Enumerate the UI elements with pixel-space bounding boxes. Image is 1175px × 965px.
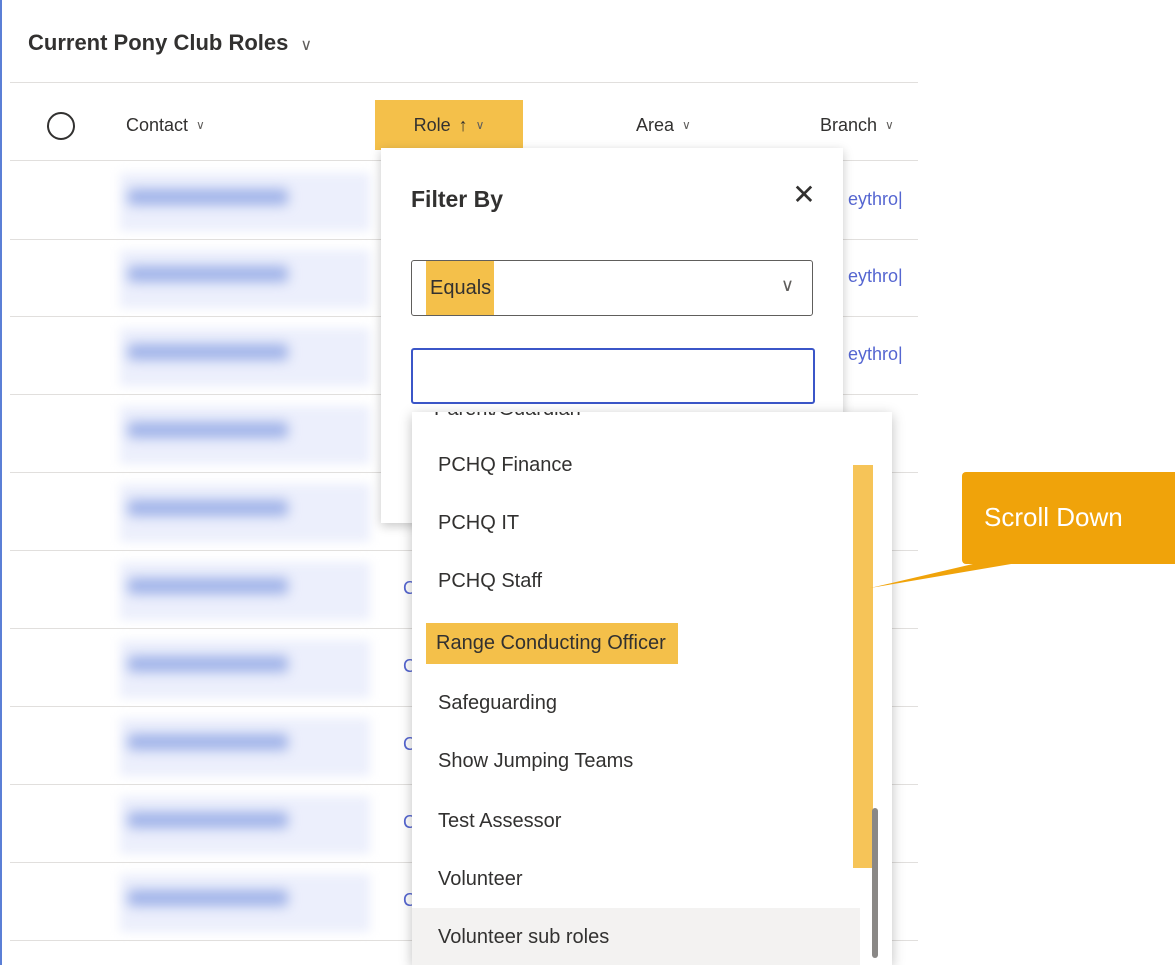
column-label: Contact <box>126 114 189 135</box>
scroll-down-callout: Scroll Down <box>962 472 1175 564</box>
contact-cell[interactable] <box>128 266 288 282</box>
option-label: PCHQ Staff <box>438 569 543 592</box>
option-volunteer-sub-roles[interactable]: Volunteer sub roles <box>412 908 860 965</box>
option-label: Volunteer sub roles <box>438 925 610 948</box>
column-header-area[interactable]: Area ∨ <box>636 100 691 150</box>
option-test-assessor[interactable]: Test Assessor <box>412 792 860 850</box>
option-label: Test Assessor <box>438 809 562 832</box>
contact-cell[interactable] <box>128 890 288 906</box>
option-label: PCHQ IT <box>438 511 520 534</box>
filter-title: Filter By <box>411 186 504 212</box>
option-pchq-finance[interactable]: PCHQ Finance <box>412 436 860 494</box>
option-pchq-it[interactable]: PCHQ IT <box>412 494 860 552</box>
scroll-highlight-bar <box>853 465 873 868</box>
column-label: Branch <box>820 114 878 135</box>
chevron-down-icon: ∨ <box>885 118 894 132</box>
callout-text: Scroll Down <box>984 502 1123 532</box>
chevron-down-icon: ∨ <box>780 275 794 295</box>
option-label: Safeguarding <box>438 691 557 714</box>
option-volunteer[interactable]: Volunteer <box>412 850 860 908</box>
select-all-checkbox[interactable] <box>47 112 75 140</box>
option-pchq-staff[interactable]: PCHQ Staff <box>412 552 860 610</box>
chevron-down-icon: ∨ <box>300 37 313 54</box>
branch-cell[interactable]: eythro| <box>848 344 928 365</box>
column-label: Area <box>636 114 675 135</box>
role-options-listbox[interactable]: Parent/Guardian PCHQ Finance PCHQ IT PCH… <box>412 412 892 965</box>
close-icon[interactable]: ✕ <box>789 180 819 210</box>
filter-value-input[interactable] <box>411 348 815 404</box>
list-item-partial[interactable]: Parent/Guardian <box>434 412 581 421</box>
option-label: Show Jumping Teams <box>438 749 634 772</box>
filter-operator-select[interactable]: Equals ∨ <box>411 260 813 316</box>
view-title: Current Pony Club Roles <box>28 30 289 55</box>
contact-cell[interactable] <box>128 344 288 360</box>
contact-cell[interactable] <box>128 656 288 672</box>
chevron-down-icon: ∨ <box>196 118 205 132</box>
scrollbar-thumb[interactable] <box>872 808 878 958</box>
contact-cell[interactable] <box>128 189 288 205</box>
divider <box>10 82 918 83</box>
option-label: Range Conducting Officer <box>426 622 678 664</box>
chevron-down-icon: ∨ <box>682 118 691 132</box>
contact-cell[interactable] <box>128 578 288 594</box>
arrow-up-icon: ↑ <box>458 114 468 135</box>
option-label: Volunteer <box>438 867 523 890</box>
column-header-role[interactable]: Role ↑ ∨ <box>375 100 523 150</box>
contact-cell[interactable] <box>128 422 288 438</box>
operator-value: Equals <box>430 277 492 299</box>
chevron-down-icon: ∨ <box>475 118 485 132</box>
contact-cell[interactable] <box>128 812 288 828</box>
branch-cell[interactable]: eythro| <box>848 189 928 210</box>
contact-cell[interactable] <box>128 734 288 750</box>
left-accent-bar <box>0 0 2 965</box>
branch-cell[interactable]: eythro| <box>848 266 928 287</box>
column-header-branch[interactable]: Branch ∨ <box>820 100 894 150</box>
option-show-jumping-teams[interactable]: Show Jumping Teams <box>412 732 860 790</box>
option-safeguarding[interactable]: Safeguarding <box>412 674 860 732</box>
column-label: Role <box>413 114 451 135</box>
option-range-conducting-officer[interactable]: Range Conducting Officer <box>412 614 860 672</box>
contact-cell[interactable] <box>128 500 288 516</box>
view-selector[interactable]: Current Pony Club Roles ∨ <box>28 30 312 56</box>
option-label: PCHQ Finance <box>438 453 573 476</box>
column-header-contact[interactable]: Contact ∨ <box>126 100 205 150</box>
